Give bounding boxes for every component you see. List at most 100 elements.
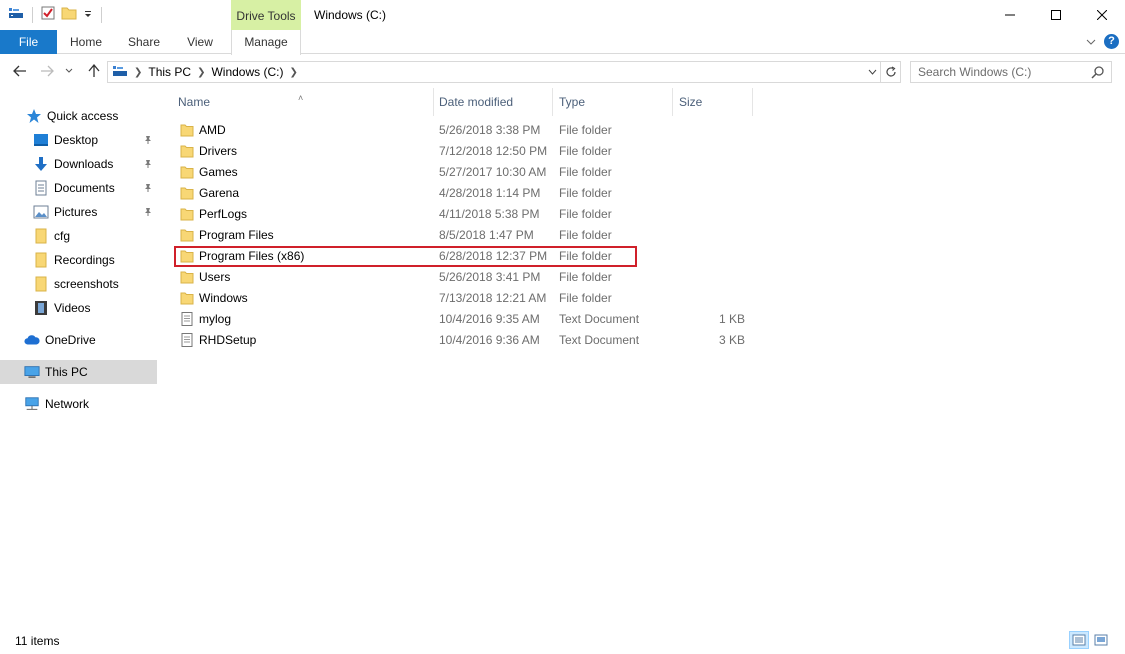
expand-ribbon-icon[interactable] xyxy=(1086,35,1096,49)
tab-share[interactable]: Share xyxy=(120,30,168,54)
sidebar-item-label: Pictures xyxy=(54,205,98,219)
table-row[interactable]: mylog 10/4/2016 9:35 AM Text Document 1 KB xyxy=(174,309,754,330)
drive-tools-context-label: Drive Tools xyxy=(231,0,301,30)
tab-file[interactable]: File xyxy=(0,30,57,54)
file-type: File folder xyxy=(559,123,612,137)
sidebar-item-cfg[interactable]: cfg xyxy=(0,224,157,248)
tab-view[interactable]: View xyxy=(178,30,222,54)
table-row[interactable]: Garena 4/28/2018 1:14 PM File folder xyxy=(174,183,754,204)
table-row[interactable]: Games 5/27/2017 10:30 AM File folder xyxy=(174,162,754,183)
computer-icon xyxy=(24,364,40,380)
item-count: 11 items xyxy=(15,634,60,648)
download-arrow-icon xyxy=(33,156,49,172)
sidebar-item-label: Documents xyxy=(54,181,115,195)
column-header-label: Type xyxy=(559,95,586,109)
close-button[interactable] xyxy=(1079,0,1125,30)
refresh-button[interactable] xyxy=(881,61,901,83)
network-icon xyxy=(24,396,40,412)
tab-home[interactable]: Home xyxy=(60,30,112,54)
drive-app-icon[interactable] xyxy=(8,6,24,23)
file-date-modified: 10/4/2016 9:36 AM xyxy=(439,333,540,347)
breadcrumb-this-pc[interactable]: This PC xyxy=(148,65,191,79)
file-name: mylog xyxy=(199,312,232,326)
navigation-bar: ❯ This PC ❯ Windows (C:) ❯ xyxy=(0,54,1125,88)
sidebar-item-label: Videos xyxy=(54,301,91,315)
sidebar-item-label: Desktop xyxy=(54,133,99,147)
sidebar-item-label: screenshots xyxy=(54,277,119,291)
folder-icon xyxy=(33,276,49,292)
minimize-button[interactable] xyxy=(987,0,1033,30)
file-name: AMD xyxy=(199,123,226,137)
large-icons-view-button[interactable] xyxy=(1091,631,1111,649)
column-header-type[interactable]: Type xyxy=(553,88,673,116)
table-row[interactable]: Program Files 8/5/2018 1:47 PM File folder xyxy=(174,225,754,246)
sidebar-item-onedrive[interactable]: OneDrive xyxy=(0,328,157,352)
back-button[interactable] xyxy=(11,62,29,80)
recent-locations-button[interactable] xyxy=(63,62,75,80)
pin-icon[interactable] xyxy=(143,182,153,196)
sidebar-item-downloads[interactable]: Downloads xyxy=(0,152,157,176)
sidebar-item-label: OneDrive xyxy=(45,333,96,347)
column-header-size[interactable]: Size xyxy=(673,88,753,116)
cloud-icon xyxy=(24,332,40,348)
table-row[interactable]: Users 5/26/2018 3:41 PM File folder xyxy=(174,267,754,288)
forward-button[interactable] xyxy=(38,62,56,80)
breadcrumb-separator-icon: ❯ xyxy=(289,66,298,78)
file-name: PerfLogs xyxy=(199,207,248,221)
file-date-modified: 4/11/2018 5:38 PM xyxy=(439,207,540,221)
pin-icon[interactable] xyxy=(143,206,153,220)
sidebar-item-label: Network xyxy=(45,397,90,411)
pictures-icon xyxy=(33,204,49,220)
column-header-label: Size xyxy=(679,95,703,109)
table-row[interactable]: Drivers 7/12/2018 12:50 PM File folder xyxy=(174,141,754,162)
search-input[interactable] xyxy=(918,63,1093,81)
up-button[interactable] xyxy=(85,62,103,80)
address-bar[interactable]: ❯ This PC ❯ Windows (C:) ❯ xyxy=(107,61,881,83)
sidebar-item-pictures[interactable]: Pictures xyxy=(0,200,157,224)
sidebar-item-recordings[interactable]: Recordings xyxy=(0,248,157,272)
sort-ascending-icon: ˄ xyxy=(298,93,304,103)
breadcrumb-separator-icon: ❯ xyxy=(134,66,143,78)
column-header-label: Name xyxy=(178,95,211,109)
table-row[interactable]: PerfLogs 4/11/2018 5:38 PM File folder xyxy=(174,204,754,225)
sidebar-item-screenshots[interactable]: screenshots xyxy=(0,272,157,296)
table-row[interactable]: AMD 5/26/2018 3:38 PM File folder xyxy=(174,120,754,141)
column-header-name[interactable]: Name ˄ xyxy=(160,88,434,116)
folder-icon xyxy=(180,123,194,137)
sidebar-item-videos[interactable]: Videos xyxy=(0,296,157,320)
file-name: Garena xyxy=(199,186,240,200)
tab-manage[interactable]: Manage xyxy=(231,30,301,55)
folder-icon xyxy=(180,228,194,242)
pin-icon[interactable] xyxy=(143,158,153,172)
new-folder-icon[interactable] xyxy=(61,6,77,23)
details-view-button[interactable] xyxy=(1069,631,1089,649)
help-icon[interactable]: ? xyxy=(1104,34,1119,49)
maximize-button[interactable] xyxy=(1033,0,1079,30)
file-type: Text Document xyxy=(559,333,640,347)
customize-toolbar-icon[interactable] xyxy=(83,8,93,22)
column-header-date-modified[interactable]: Date modified xyxy=(434,88,553,116)
search-icon[interactable] xyxy=(1091,65,1105,82)
file-type: File folder xyxy=(559,207,612,221)
breadcrumb-windows-c[interactable]: Windows (C:) xyxy=(211,65,283,79)
sidebar-item-desktop[interactable]: Desktop xyxy=(0,128,157,152)
table-row[interactable]: Windows 7/13/2018 12:21 AM File folder xyxy=(174,288,754,309)
file-type: File folder xyxy=(559,144,612,158)
properties-icon[interactable] xyxy=(41,6,55,23)
sidebar-item-label: cfg xyxy=(54,229,71,243)
folder-icon xyxy=(180,291,194,305)
file-size: 1 KB xyxy=(718,312,745,326)
sidebar-item-this-pc[interactable]: This PC xyxy=(0,360,157,384)
sidebar-item-label: Quick access xyxy=(47,109,119,123)
address-dropdown-icon[interactable] xyxy=(864,62,880,82)
file-type: File folder xyxy=(559,291,612,305)
title-bar: Drive Tools Windows (C:) xyxy=(0,0,1125,30)
pin-icon[interactable] xyxy=(143,134,153,148)
navigation-pane: Quick access Desktop Downloads Documents xyxy=(0,88,160,628)
sidebar-item-network[interactable]: Network xyxy=(0,392,157,416)
sidebar-item-documents[interactable]: Documents xyxy=(0,176,157,200)
file-name: Windows xyxy=(199,291,248,305)
sidebar-item-quick-access[interactable]: Quick access xyxy=(0,104,157,128)
search-box[interactable] xyxy=(910,61,1112,83)
table-row[interactable]: RHDSetup 10/4/2016 9:36 AM Text Document 3 … xyxy=(174,330,754,351)
